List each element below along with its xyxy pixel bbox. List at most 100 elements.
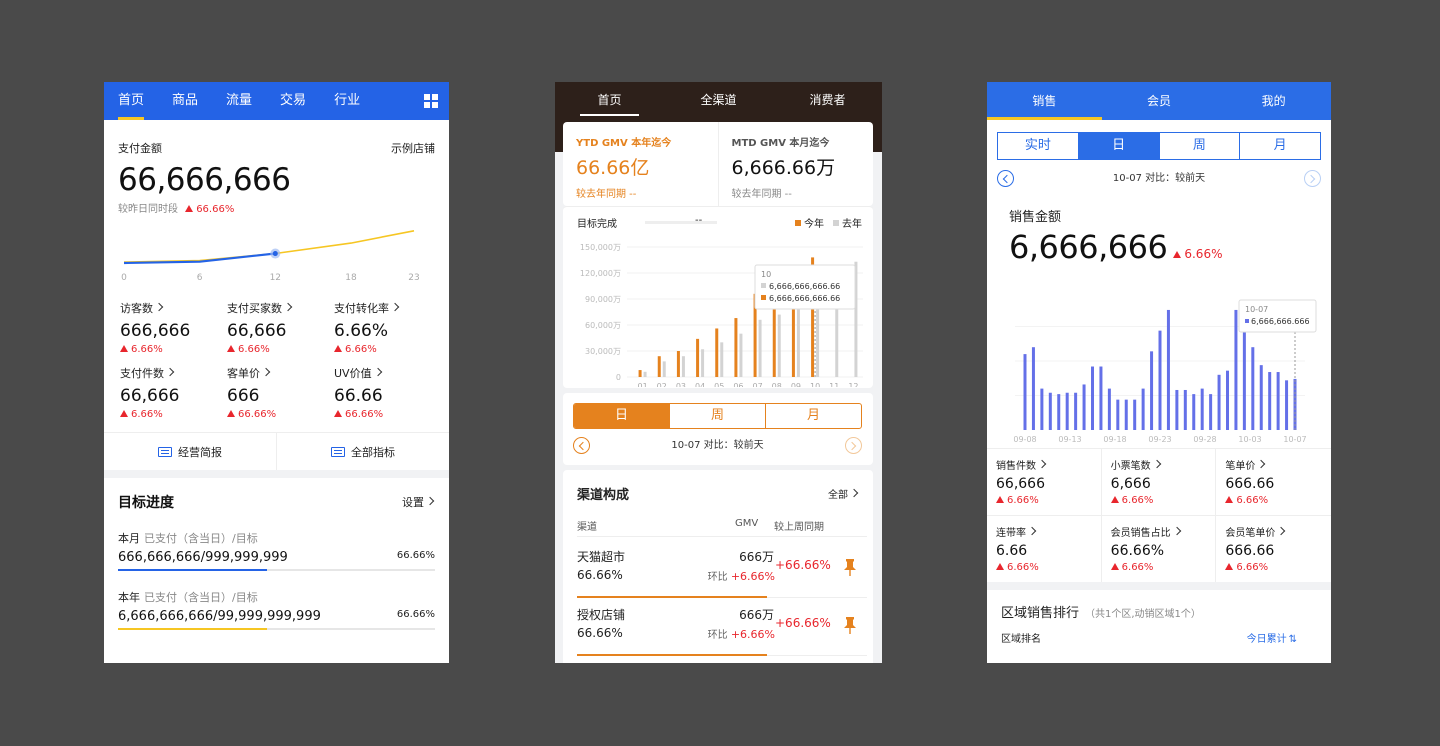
shop-selector[interactable]: 示例店铺 (391, 140, 435, 156)
all-metrics-button[interactable]: 全部指标 (277, 433, 449, 470)
tab-mine[interactable]: 我的 (1216, 82, 1331, 120)
daily-bar (1124, 399, 1128, 430)
action-row: 经营简报 全部指标 (104, 432, 449, 470)
tab-home[interactable]: 首页 (118, 82, 145, 120)
tooltip-date: 10-07 (1245, 305, 1268, 314)
bar-this-year (715, 328, 719, 377)
metric-avg-price[interactable]: 客单价 666 66.66% (227, 365, 334, 420)
tab-sales[interactable]: 销售 (987, 82, 1102, 120)
tab-consumers[interactable]: 消费者 (773, 82, 882, 120)
seg-month[interactable]: 月 (1240, 133, 1320, 159)
daily-bar (1074, 392, 1078, 430)
tab-all-channels[interactable]: 全渠道 (664, 82, 773, 120)
metric-value: 666.66 (1225, 476, 1275, 492)
channel-name: 授权店铺 (577, 608, 626, 622)
top-nav: 首页 商品 流量 交易 行业 (104, 82, 449, 120)
chevron-right-icon (849, 488, 859, 498)
x-tick-label: 18 (345, 273, 357, 283)
channel-all-label: 全部 (828, 490, 848, 501)
daily-bar (1226, 370, 1229, 430)
metric-items[interactable]: 支付件数 66,666 6.66% (120, 365, 227, 420)
tab-trade[interactable]: 交易 (280, 82, 306, 120)
daily-bar (1242, 316, 1246, 430)
seg-month[interactable]: 月 (766, 404, 861, 428)
tab-industry[interactable]: 行业 (334, 82, 360, 120)
compare-line: 较昨日同时段 66.66% (118, 200, 435, 215)
metric-buyers[interactable]: 支付买家数 66,666 6.66% (227, 300, 334, 355)
metric-cell[interactable]: 销售件数 66,666 6.66% (987, 449, 1102, 516)
business-report-button[interactable]: 经营简报 (104, 433, 277, 470)
seg-week[interactable]: 周 (1160, 133, 1241, 159)
daily-bar (1091, 366, 1094, 430)
grid-menu-icon[interactable] (424, 94, 438, 108)
up-arrow-icon (1225, 563, 1234, 570)
seg-week[interactable]: 周 (670, 404, 766, 428)
next-date-icon[interactable] (1304, 170, 1321, 187)
channel-row[interactable]: 天猫超市 66.66% 666万 环比 +6.66% +66.66% (577, 540, 867, 598)
rank-period-selector[interactable]: 今日累计 ⇅ (1247, 630, 1297, 645)
goal-settings-label: 设置 (402, 496, 424, 509)
prev-date-icon[interactable] (573, 437, 590, 454)
x-tick-label: 12 (270, 273, 281, 283)
daily-bar (1107, 388, 1111, 430)
metric-cell[interactable]: 会员销售占比 66.66% 6.66% (1101, 516, 1217, 583)
tab-members[interactable]: 会员 (1102, 82, 1217, 120)
chevron-right-icon (1277, 526, 1286, 536)
pay-value: 66,666,666 (118, 162, 291, 198)
tab-traffic[interactable]: 流量 (226, 82, 252, 120)
list-icon (331, 446, 345, 457)
metric-cell[interactable]: 会员笔单价 666.66 6.66% (1216, 516, 1331, 583)
metric-cell[interactable]: 连带率 6.66 6.66% (987, 516, 1102, 583)
tooltip-swatch (761, 295, 766, 300)
goal-settings-link[interactable]: 设置 (402, 494, 435, 510)
mtd-gmv[interactable]: MTD GMV 本月迄今 6,666.66万 较去年同期 -- (719, 122, 874, 206)
metric-delta: 66.66% (238, 409, 277, 420)
target-progress-track (645, 221, 717, 224)
x-tick-label: 0 (121, 273, 127, 283)
pin-icon[interactable] (843, 558, 857, 576)
x-tick-label: 23 (408, 273, 419, 283)
metric-cell[interactable]: 小票笔数 6,666 6.66% (1101, 449, 1217, 516)
bar-this-year (696, 338, 700, 377)
pin-icon[interactable] (843, 616, 857, 634)
daily-bar (1040, 388, 1044, 430)
dashboard-phone-1: 首页 商品 流量 交易 行业 支付金额 示例店铺 66,666,666 较昨日同… (104, 82, 449, 663)
metric-delta: 6.66% (1121, 562, 1154, 573)
daily-bar (1259, 365, 1263, 430)
bar-this-year (638, 370, 642, 377)
section-divider (987, 582, 1331, 590)
hourly-line-chart[interactable]: 0 6 12 18 23 (114, 222, 424, 284)
dashboard-phone-3: 销售 会员 我的 实时 日 周 月 10-07 对比：较前天 销售金额 6,66… (987, 82, 1331, 663)
metric-delta: 6.66% (131, 409, 163, 420)
chevron-right-icon (1027, 526, 1037, 536)
up-arrow-icon (334, 410, 342, 417)
metric-visitors[interactable]: 访客数 666,666 6.66% (120, 300, 227, 355)
metric-cell[interactable]: 笔单价 666.66 6.66% (1216, 449, 1331, 516)
metric-value: 666.66 (1225, 543, 1275, 559)
goal-desc: 已支付（含当日）/目标 (144, 591, 258, 604)
metric-value: 66.66% (1110, 543, 1165, 559)
up-arrow-icon (996, 496, 1004, 503)
mtd-value: 6,666.66万 (731, 157, 836, 179)
metric-label: UV价值 (334, 367, 372, 380)
ytd-gmv[interactable]: YTD GMV 本年迄今 66.66亿 较去年同期 -- (563, 122, 719, 206)
daily-bar-chart[interactable]: 09-08 09-13 09-18 09-23 09-28 10-03 10-0710-07… (987, 286, 1331, 446)
next-date-icon[interactable] (845, 437, 862, 454)
up-arrow-icon (1110, 496, 1119, 503)
metric-uv-value[interactable]: UV价值 66.66 66.66% (334, 365, 441, 420)
channel-all-link[interactable]: 全部 (828, 486, 859, 501)
tab-home[interactable]: 首页 (555, 82, 664, 120)
monthly-bar-chart[interactable]: 150,000万 120,000万 90,000万 60,000万 30,000万 0 01… (563, 237, 873, 387)
metric-conversion[interactable]: 支付转化率 6.66% 6.66% (334, 300, 441, 355)
seg-realtime[interactable]: 实时 (998, 133, 1079, 159)
period-segmented-control: 实时 日 周 月 (997, 132, 1321, 160)
tab-products[interactable]: 商品 (172, 82, 198, 120)
prev-date-icon[interactable] (997, 170, 1014, 187)
bar-last-year (758, 319, 762, 377)
seg-day[interactable]: 日 (574, 404, 670, 428)
channel-row[interactable]: 授权店铺 66.66% 666万 环比 +6.66% +66.66% (577, 598, 867, 656)
seg-day[interactable]: 日 (1078, 133, 1160, 159)
daily-bar (1200, 388, 1204, 430)
tooltip-swatch (1245, 319, 1249, 323)
metric-label: 支付件数 (120, 367, 164, 380)
